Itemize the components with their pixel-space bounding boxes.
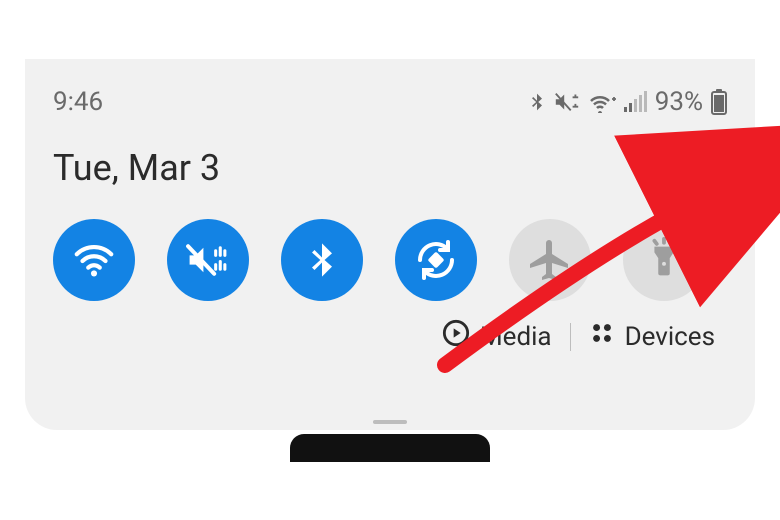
media-devices-row: Media Devices [53,319,727,354]
devices-button[interactable]: Devices [589,320,715,353]
battery-percentage: 93% [655,87,703,117]
quick-tiles-row [53,219,727,301]
drag-handle[interactable] [373,420,407,424]
battery-icon [711,89,727,115]
status-icons: 93% [527,87,727,117]
media-button[interactable]: Media [442,319,552,354]
date-row: Tue, Mar 3 [53,147,727,189]
gear-icon[interactable] [693,151,727,185]
bluetooth-icon [527,89,547,115]
tile-airplane[interactable] [509,219,591,301]
vibrate-mute-icon [553,90,581,114]
divider [570,323,571,351]
notification-panel: 9:46 [25,59,755,430]
tile-auto-rotate[interactable] [395,219,477,301]
panel-date[interactable]: Tue, Mar 3 [53,147,220,189]
play-icon [442,319,470,354]
media-label: Media [480,322,552,352]
wifi-icon [587,91,617,113]
grid-icon [589,320,615,353]
devices-label: Devices [625,322,715,352]
tile-bluetooth[interactable] [281,219,363,301]
tile-flashlight[interactable] [623,219,705,301]
status-bar: 9:46 [53,87,727,117]
tile-sound-vibrate[interactable] [167,219,249,301]
tile-wifi[interactable] [53,219,135,301]
status-time: 9:46 [53,87,103,117]
power-icon[interactable] [635,151,669,185]
signal-icon [623,91,647,113]
nav-bar-hint [290,434,490,462]
